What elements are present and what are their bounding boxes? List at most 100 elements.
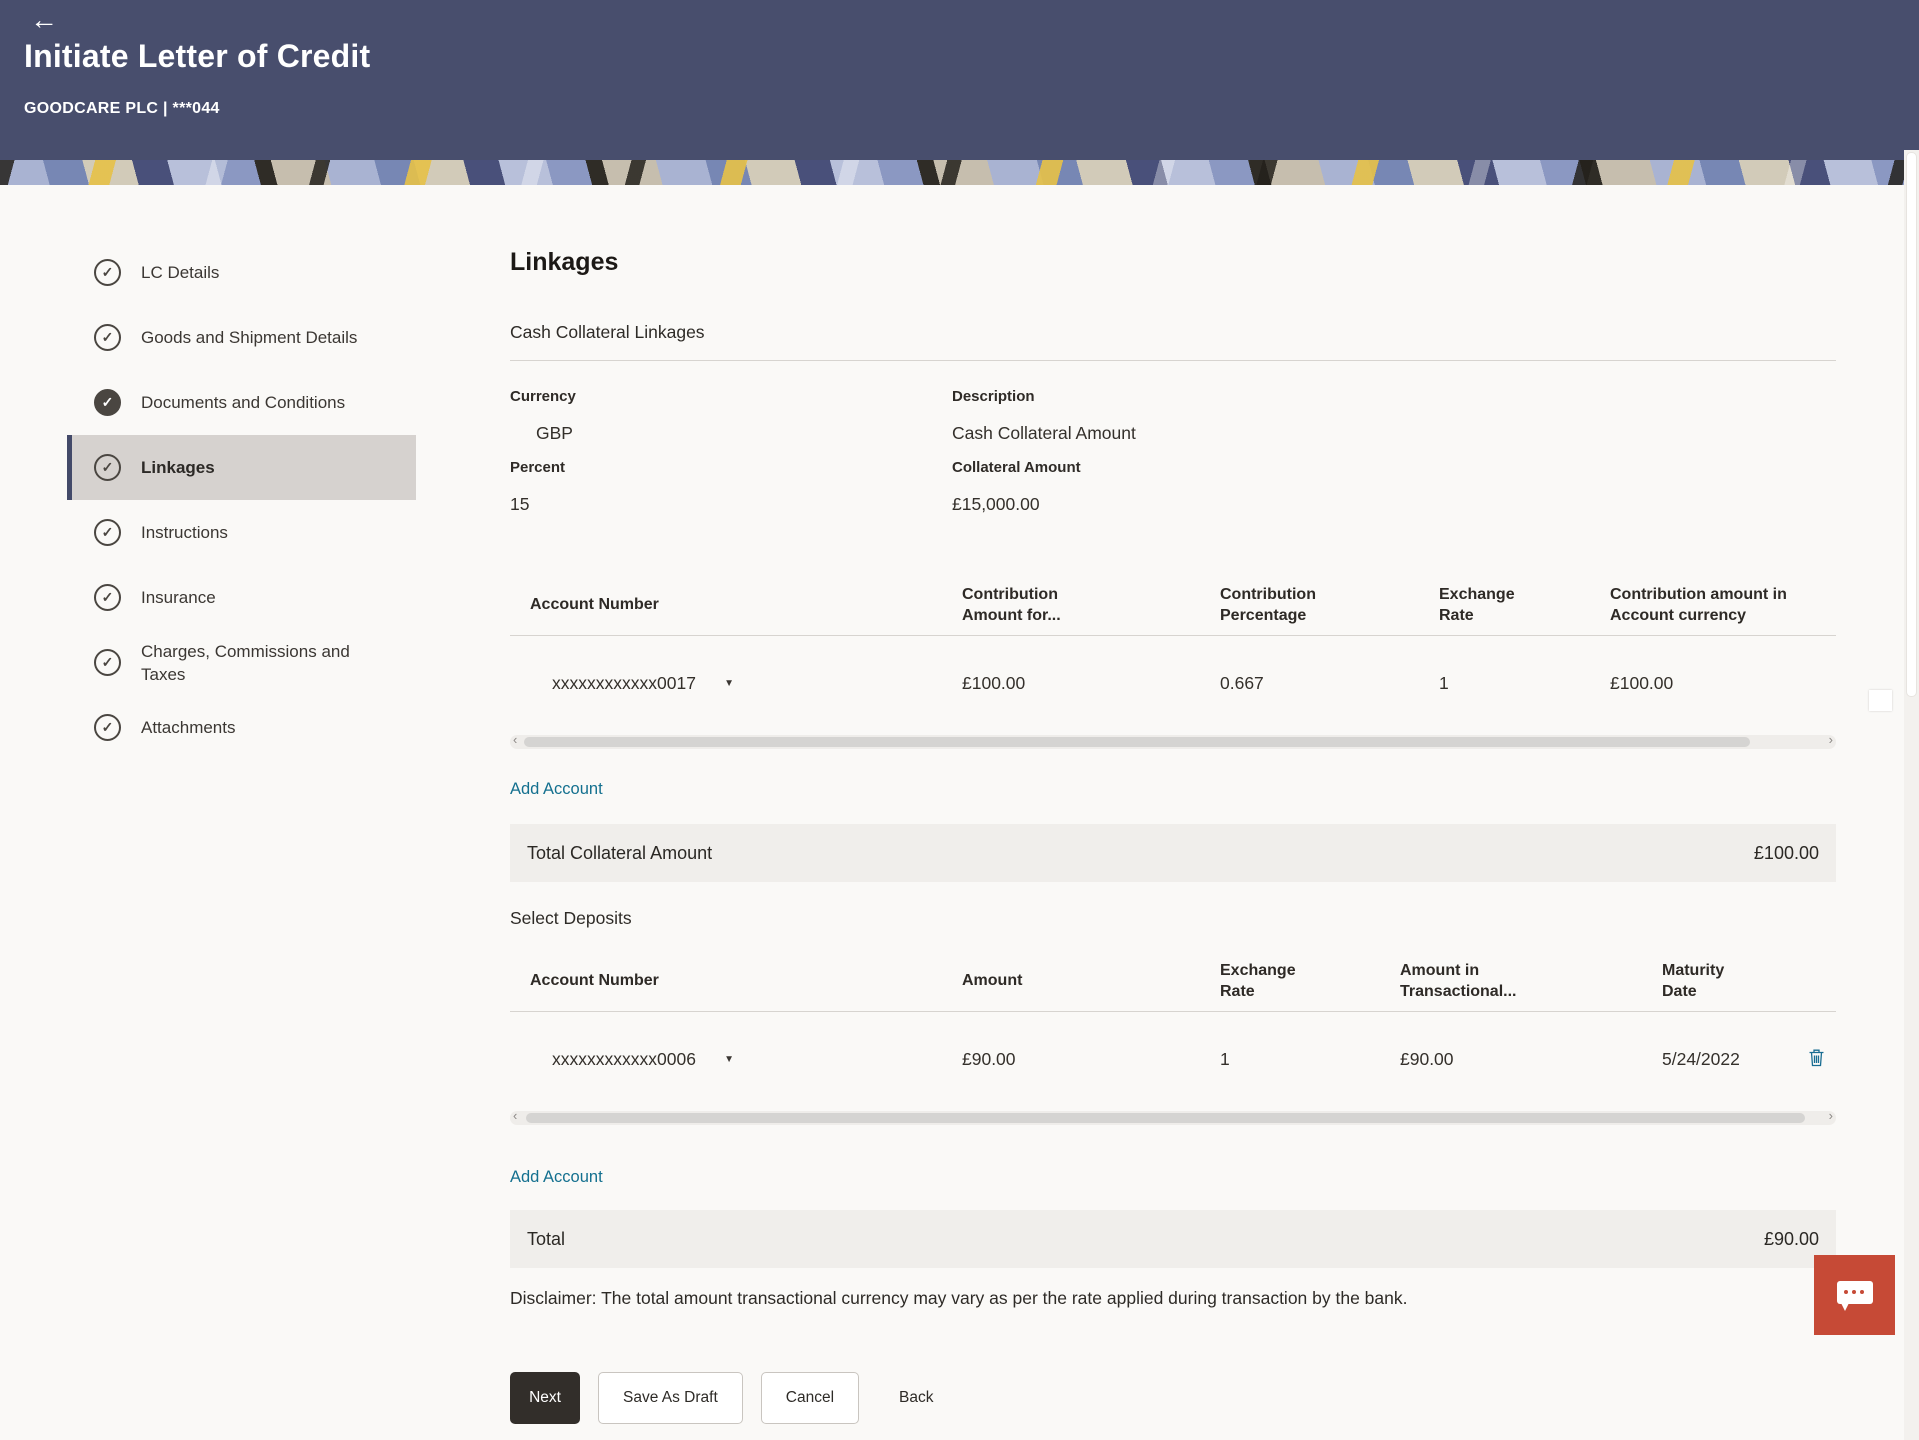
contribution-amount-cell: £100.00 (950, 673, 1208, 694)
col-amount: Amount (950, 970, 1208, 991)
step-label: Instructions (141, 521, 228, 544)
exchange-rate-cell: 1 (1208, 1049, 1388, 1070)
floating-scroll-handle (1869, 690, 1892, 711)
back-arrow-icon[interactable]: ← (30, 4, 58, 36)
step-label: Charges, Commissions and Taxes (141, 640, 373, 686)
sidebar-item-lc-details[interactable]: ✓ LC Details (67, 240, 416, 305)
check-circle-icon: ✓ (94, 324, 121, 351)
vertical-scrollbar-thumb[interactable] (1906, 152, 1917, 697)
total-value: £90.00 (1764, 1229, 1819, 1250)
check-circle-icon: ✓ (94, 584, 121, 611)
check-circle-filled-icon: ✓ (94, 389, 121, 416)
sidebar-item-instructions[interactable]: ✓ Instructions (67, 500, 416, 565)
col-amount-transactional: Amount in Transactional... (1388, 960, 1650, 1002)
account-cell: xxxxxxxxxxxx0006 ▼ (510, 1049, 950, 1070)
currency-label: Currency (510, 387, 952, 407)
chevron-down-icon: ▼ (724, 678, 734, 689)
chevron-down-icon: ▼ (724, 1054, 734, 1065)
check-circle-icon: ✓ (94, 454, 121, 481)
exchange-rate-cell: 1 (1427, 673, 1598, 694)
check-circle-icon: ✓ (94, 519, 121, 546)
scroll-right-icon[interactable]: › (1829, 732, 1833, 747)
table-header-row: Account Number Contribution Amount for..… (510, 574, 1836, 636)
account-number-value: xxxxxxxxxxxx0017 (552, 673, 696, 694)
currency-value: GBP (510, 421, 952, 445)
sidebar-item-goods-and-shipment[interactable]: ✓ Goods and Shipment Details (67, 305, 416, 370)
next-button[interactable]: Next (510, 1372, 580, 1424)
maturity-date-cell: 5/24/2022 (1650, 1049, 1796, 1070)
collateral-accounts-table: Account Number Contribution Amount for..… (510, 574, 1836, 749)
col-contribution-percentage: Contribution Percentage (1208, 584, 1427, 626)
save-as-draft-button[interactable]: Save As Draft (598, 1372, 743, 1424)
collateral-summary-fields: Currency GBP Percent 15 Description Cash… (510, 387, 1136, 529)
add-account-link-collateral[interactable]: Add Account (510, 780, 603, 799)
section-divider (510, 360, 1836, 361)
table-row: xxxxxxxxxxxx0006 ▼ £90.00 1 £90.00 5/24/… (510, 1012, 1836, 1107)
account-number-dropdown[interactable]: xxxxxxxxxxxx0017 ▼ (552, 673, 734, 694)
col-contribution-account-currency: Contribution amount in Account currency (1598, 584, 1836, 626)
add-account-link-deposits[interactable]: Add Account (510, 1168, 603, 1187)
step-label: Linkages (141, 456, 215, 479)
cancel-button[interactable]: Cancel (761, 1372, 859, 1424)
check-circle-icon: ✓ (94, 714, 121, 741)
wizard-step-nav: ✓ LC Details ✓ Goods and Shipment Detail… (67, 240, 416, 760)
scrollbar-thumb[interactable] (524, 737, 1750, 747)
vertical-scrollbar[interactable] (1904, 150, 1919, 1440)
contribution-percentage-cell: 0.667 (1208, 673, 1427, 694)
sidebar-item-insurance[interactable]: ✓ Insurance (67, 565, 416, 630)
col-account-number: Account Number (510, 970, 950, 991)
sidebar-item-charges-commissions-taxes[interactable]: ✓ Charges, Commissions and Taxes (67, 630, 416, 695)
account-number-value: xxxxxxxxxxxx0006 (552, 1049, 696, 1070)
horizontal-scrollbar[interactable]: ‹ › (510, 735, 1836, 749)
col-contribution-amount: Contribution Amount for... (950, 584, 1208, 626)
total-collateral-label: Total Collateral Amount (527, 843, 712, 864)
scroll-right-icon[interactable]: › (1829, 1108, 1833, 1123)
check-circle-icon: ✓ (94, 259, 121, 286)
col-account-number: Account Number (510, 594, 950, 615)
sidebar-item-linkages[interactable]: ✓ Linkages (67, 435, 416, 500)
back-button[interactable]: Back (877, 1372, 955, 1424)
col-exchange-rate: Exchange Rate (1427, 584, 1598, 626)
chat-dots (1844, 1290, 1848, 1294)
total-collateral-row: Total Collateral Amount £100.00 (510, 824, 1836, 882)
page-title: Initiate Letter of Credit (24, 38, 370, 75)
sidebar-item-documents-and-conditions[interactable]: ✓ Documents and Conditions (67, 370, 416, 435)
disclaimer-text: Disclaimer: The total amount transaction… (510, 1288, 1408, 1309)
step-label: Insurance (141, 586, 216, 609)
action-buttons: Next Save As Draft Cancel Back (510, 1372, 955, 1424)
account-number-dropdown[interactable]: xxxxxxxxxxxx0006 ▼ (552, 1049, 734, 1070)
description-value: Cash Collateral Amount (952, 421, 1136, 445)
step-label: Goods and Shipment Details (141, 326, 357, 349)
step-label: Attachments (141, 716, 236, 739)
decorative-banner (0, 160, 1919, 185)
account-currency-amount-cell: £100.00 (1598, 673, 1836, 694)
step-label: LC Details (141, 261, 219, 284)
percent-value: 15 (510, 492, 952, 516)
cash-collateral-heading: Cash Collateral Linkages (510, 322, 705, 343)
panel-title: Linkages (510, 248, 618, 277)
total-label: Total (527, 1229, 565, 1250)
delete-row-icon[interactable] (1796, 1048, 1836, 1072)
scroll-left-icon[interactable]: ‹ (513, 732, 517, 747)
scroll-left-icon[interactable]: ‹ (513, 1108, 517, 1123)
account-cell: xxxxxxxxxxxx0017 ▼ (510, 673, 950, 694)
horizontal-scrollbar[interactable]: ‹ › (510, 1111, 1836, 1125)
check-circle-icon: ✓ (94, 649, 121, 676)
trash-icon (1808, 1048, 1825, 1067)
select-deposits-heading: Select Deposits (510, 908, 632, 929)
collateral-amount-label: Collateral Amount (952, 458, 1136, 478)
sidebar-item-attachments[interactable]: ✓ Attachments (67, 695, 416, 760)
chat-widget-button[interactable] (1814, 1255, 1895, 1335)
amount-cell: £90.00 (950, 1049, 1208, 1070)
linkages-panel: Linkages Cash Collateral Linkages Curren… (510, 184, 1836, 1440)
total-collateral-value: £100.00 (1754, 843, 1819, 864)
description-label: Description (952, 387, 1136, 407)
col-exchange-rate: Exchange Rate (1208, 960, 1388, 1002)
table-row: xxxxxxxxxxxx0017 ▼ £100.00 0.667 1 £100.… (510, 636, 1836, 731)
total-deposits-row: Total £90.00 (510, 1210, 1836, 1268)
collateral-amount-value: £15,000.00 (952, 492, 1136, 516)
scrollbar-thumb[interactable] (526, 1113, 1805, 1123)
transactional-amount-cell: £90.00 (1388, 1049, 1650, 1070)
table-header-row: Account Number Amount Exchange Rate Amou… (510, 950, 1836, 1012)
party-account-subtitle: GOODCARE PLC | ***044 (24, 100, 220, 118)
